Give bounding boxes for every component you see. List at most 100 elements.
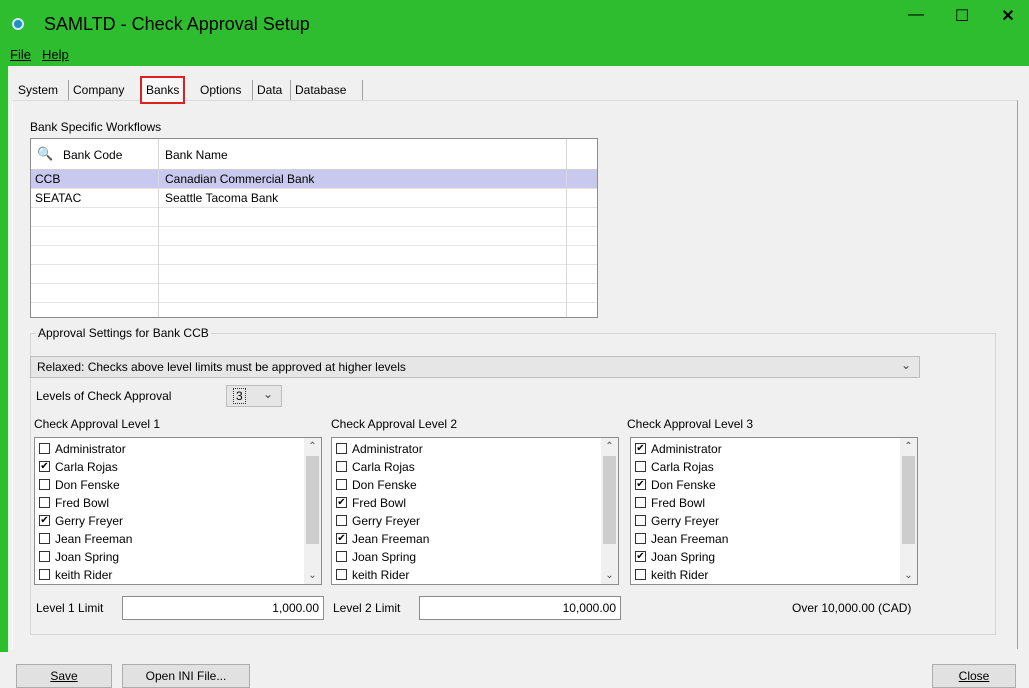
user-name: Fred Bowl bbox=[651, 496, 706, 510]
scroll-down-icon[interactable]: ⌄ bbox=[900, 567, 917, 584]
user-name: Fred Bowl bbox=[55, 496, 110, 510]
close-button[interactable]: Close bbox=[932, 664, 1016, 688]
empty-row bbox=[31, 303, 597, 321]
scroll-up-icon[interactable]: ⌃ bbox=[601, 438, 618, 455]
open-ini-button-label: Open INI File... bbox=[145, 669, 227, 683]
search-icon[interactable]: 🔍 bbox=[37, 146, 53, 162]
user-name: keith Rider bbox=[55, 568, 113, 582]
unchecked-checkbox[interactable] bbox=[635, 533, 646, 544]
user-name: Jean Freeman bbox=[352, 532, 430, 546]
scroll-thumb[interactable] bbox=[306, 456, 319, 544]
checked-checkbox[interactable]: ✔ bbox=[336, 533, 347, 544]
levels-select[interactable]: 3 ⌄ bbox=[226, 385, 282, 407]
unchecked-checkbox[interactable] bbox=[336, 515, 347, 526]
bank-name-cell: Canadian Commercial Bank bbox=[165, 172, 315, 186]
user-name: Gerry Freyer bbox=[651, 514, 720, 528]
level2-scrollbar[interactable]: ⌃ ⌄ bbox=[601, 438, 618, 584]
level1-title: Check Approval Level 1 bbox=[34, 417, 161, 431]
unchecked-checkbox[interactable] bbox=[39, 569, 50, 580]
menu-file[interactable]: File bbox=[10, 47, 31, 62]
column-header-bank-code[interactable]: Bank Code bbox=[63, 148, 122, 162]
user-name: Carla Rojas bbox=[352, 460, 415, 474]
checked-checkbox[interactable]: ✔ bbox=[336, 497, 347, 508]
column-header-bank-name[interactable]: Bank Name bbox=[165, 148, 228, 162]
level1-limit-label: Level 1 Limit bbox=[36, 601, 104, 615]
tab-database[interactable]: Database bbox=[290, 80, 350, 100]
tab-data[interactable]: Data bbox=[252, 80, 286, 100]
unchecked-checkbox[interactable] bbox=[635, 497, 646, 508]
level2-title: Check Approval Level 2 bbox=[331, 417, 458, 431]
scroll-down-icon[interactable]: ⌄ bbox=[601, 567, 618, 584]
unchecked-checkbox[interactable] bbox=[336, 443, 347, 454]
approval-group-label: Approval Settings for Bank CCB bbox=[36, 326, 211, 340]
empty-row bbox=[31, 208, 597, 227]
tab-divider bbox=[362, 80, 363, 100]
window-title: SAMLTD - Check Approval Setup bbox=[44, 14, 310, 34]
checked-checkbox[interactable]: ✔ bbox=[39, 461, 50, 472]
empty-row bbox=[31, 227, 597, 246]
unchecked-checkbox[interactable] bbox=[336, 569, 347, 580]
scroll-up-icon[interactable]: ⌃ bbox=[900, 438, 917, 455]
unchecked-checkbox[interactable] bbox=[336, 461, 347, 472]
level1-scrollbar[interactable]: ⌃ ⌄ bbox=[304, 438, 321, 584]
unchecked-checkbox[interactable] bbox=[39, 443, 50, 454]
bank-code-cell: CCB bbox=[35, 172, 61, 186]
unchecked-checkbox[interactable] bbox=[635, 515, 646, 526]
app-icon bbox=[12, 18, 24, 30]
user-name: Don Fenske bbox=[55, 478, 120, 492]
window-border bbox=[0, 66, 8, 652]
tab-options[interactable]: Options bbox=[196, 80, 245, 100]
tab-banks[interactable]: Banks bbox=[140, 76, 186, 104]
minimize-button[interactable]: — bbox=[896, 6, 936, 24]
chevron-down-icon: ⌄ bbox=[900, 358, 911, 372]
unchecked-checkbox[interactable] bbox=[39, 533, 50, 544]
checked-checkbox[interactable]: ✔ bbox=[635, 479, 646, 490]
level3-scrollbar[interactable]: ⌃ ⌄ bbox=[900, 438, 917, 584]
level2-limit-input[interactable]: 10,000.00 bbox=[419, 596, 621, 620]
table-row[interactable]: CCB Canadian Commercial Bank bbox=[31, 170, 597, 189]
user-name: Don Fenske bbox=[651, 478, 716, 492]
checked-checkbox[interactable]: ✔ bbox=[635, 551, 646, 562]
level3-over-label: Over 10,000.00 (CAD) bbox=[792, 601, 912, 615]
unchecked-checkbox[interactable] bbox=[39, 479, 50, 490]
checked-checkbox[interactable]: ✔ bbox=[635, 443, 646, 454]
user-name: Administrator bbox=[352, 442, 423, 456]
unchecked-checkbox[interactable] bbox=[635, 569, 646, 580]
user-name: Administrator bbox=[55, 442, 126, 456]
user-name: Jean Freeman bbox=[651, 532, 729, 546]
level2-user-list[interactable]: keith Rider Joan Spring ✔ Jean Freeman Gerry… bbox=[331, 437, 619, 585]
user-name: Carla Rojas bbox=[651, 460, 714, 474]
unchecked-checkbox[interactable] bbox=[39, 497, 50, 508]
unchecked-checkbox[interactable] bbox=[635, 461, 646, 472]
unchecked-checkbox[interactable] bbox=[336, 551, 347, 562]
empty-row bbox=[31, 265, 597, 284]
user-name: Joan Spring bbox=[651, 550, 716, 564]
save-button[interactable]: Save bbox=[16, 664, 112, 688]
chevron-down-icon: ⌄ bbox=[262, 387, 273, 401]
grid-header: 🔍 Bank Code Bank Name bbox=[31, 139, 597, 170]
open-ini-file-button[interactable]: Open INI File... bbox=[122, 664, 250, 688]
column-divider bbox=[158, 139, 159, 317]
close-window-button[interactable]: ✕ bbox=[988, 6, 1028, 26]
user-name: Joan Spring bbox=[55, 550, 120, 564]
table-row[interactable]: SEATAC Seattle Tacoma Bank bbox=[31, 189, 597, 208]
maximize-button[interactable]: ☐ bbox=[942, 6, 982, 26]
user-name: Administrator bbox=[651, 442, 722, 456]
level3-user-list[interactable]: keith Rider ✔ Joan Spring Jean Freeman Gerry… bbox=[630, 437, 918, 585]
column-divider bbox=[566, 139, 567, 317]
scroll-thumb[interactable] bbox=[902, 456, 915, 544]
menu-help[interactable]: Help bbox=[42, 47, 69, 62]
checked-checkbox[interactable]: ✔ bbox=[39, 515, 50, 526]
tab-company[interactable]: Company bbox=[68, 80, 128, 100]
user-name: Jean Freeman bbox=[55, 532, 133, 546]
scroll-up-icon[interactable]: ⌃ bbox=[304, 438, 321, 455]
scroll-thumb[interactable] bbox=[603, 456, 616, 544]
unchecked-checkbox[interactable] bbox=[39, 551, 50, 562]
level1-limit-input[interactable]: 1,000.00 bbox=[122, 596, 324, 620]
scroll-down-icon[interactable]: ⌄ bbox=[304, 567, 321, 584]
tab-system[interactable]: System bbox=[14, 80, 62, 100]
approval-mode-select[interactable]: Relaxed: Checks above level limits must … bbox=[30, 356, 920, 378]
unchecked-checkbox[interactable] bbox=[336, 479, 347, 490]
bank-code-cell: SEATAC bbox=[35, 191, 82, 205]
level1-user-list[interactable]: keith Rider Joan Spring Jean Freeman ✔ Gerry… bbox=[34, 437, 322, 585]
